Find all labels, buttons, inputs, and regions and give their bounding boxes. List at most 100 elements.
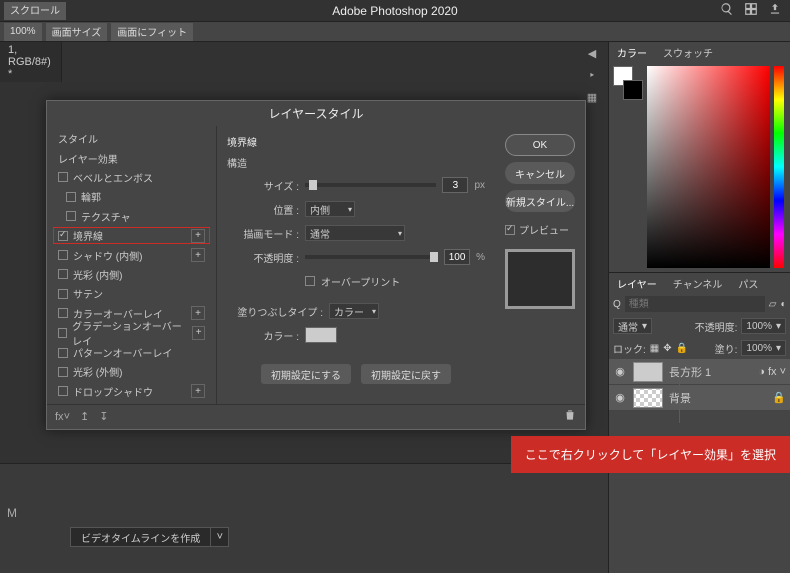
share-icon[interactable]: [768, 2, 782, 19]
opacity-slider[interactable]: [305, 255, 438, 259]
checkbox[interactable]: [58, 172, 68, 182]
layer-name[interactable]: 長方形 1: [669, 364, 752, 380]
background-swatch[interactable]: [623, 80, 643, 100]
timeline-dropdown[interactable]: ˅: [211, 527, 229, 547]
checkbox[interactable]: [58, 269, 68, 279]
ok-button[interactable]: OK: [505, 134, 575, 156]
effect-texture[interactable]: テクスチャ: [53, 208, 210, 225]
timeline-panel: M ビデオタイムラインを作成 ˅: [0, 463, 608, 573]
reset-default-button[interactable]: 初期設定に戻す: [361, 364, 451, 384]
checkbox[interactable]: [58, 386, 68, 396]
fill-type-label: 塗りつぶしタイプ :: [227, 304, 323, 319]
effect-drop-shadow[interactable]: ドロップシャドウ+: [53, 383, 210, 400]
overprint-checkbox[interactable]: [305, 276, 315, 286]
trash-icon[interactable]: [563, 408, 577, 425]
dialog-title: レイヤースタイル: [47, 101, 585, 126]
document-tab[interactable]: 1, RGB/8#) *: [0, 42, 62, 82]
checkbox[interactable]: [66, 211, 76, 221]
tab-color[interactable]: カラー: [609, 42, 655, 63]
checkbox[interactable]: [58, 328, 67, 338]
tab-layers[interactable]: レイヤー: [609, 273, 665, 294]
tab-paths[interactable]: パス: [730, 273, 766, 294]
opacity-input[interactable]: [444, 249, 470, 265]
create-timeline-button[interactable]: ビデオタイムラインを作成: [70, 527, 211, 547]
filter-icon[interactable]: ◐: [780, 299, 786, 310]
layer-row-background[interactable]: ◉ 背景 🔒: [609, 385, 790, 411]
add-instance-button[interactable]: +: [191, 306, 205, 320]
structure-label: 構造: [227, 155, 485, 170]
opacity-label: 不透明度:: [695, 319, 738, 334]
saturation-box[interactable]: [647, 66, 770, 268]
color-picker[interactable]: [609, 62, 790, 272]
effect-stroke[interactable]: 境界線+: [53, 227, 210, 244]
styles-header[interactable]: スタイル: [53, 130, 210, 147]
effect-inner-shadow[interactable]: シャドウ (内側)+: [53, 246, 210, 263]
lock-position-icon[interactable]: ✥: [663, 343, 671, 354]
layer-filter-input[interactable]: [625, 296, 765, 312]
search-icon[interactable]: [720, 2, 734, 19]
add-instance-button[interactable]: +: [191, 248, 205, 262]
up-icon[interactable]: ↥: [80, 410, 89, 423]
visibility-icon[interactable]: ◉: [613, 365, 627, 378]
blend-mode-select[interactable]: 通常: [305, 225, 405, 241]
down-icon[interactable]: ↧: [99, 410, 108, 423]
effect-bevel[interactable]: ベベルとエンボス: [53, 169, 210, 186]
swatch-icon[interactable]: ▦: [584, 90, 600, 106]
fit-image-button[interactable]: 画面にフィット: [111, 23, 193, 41]
stroke-title: 境界線: [227, 134, 485, 149]
add-instance-button[interactable]: +: [191, 384, 205, 398]
visibility-icon[interactable]: ◉: [613, 391, 627, 404]
effect-pattern-overlay[interactable]: パターンオーバーレイ: [53, 344, 210, 361]
effect-outer-glow[interactable]: 光彩 (外側): [53, 363, 210, 380]
layer-name[interactable]: 背景: [669, 390, 766, 406]
timeline-mode[interactable]: M: [7, 506, 17, 520]
lock-pixels-icon[interactable]: ▦: [650, 343, 659, 354]
cancel-button[interactable]: キャンセル: [505, 162, 575, 184]
layer-row-rectangle[interactable]: ◉ 長方形 1 ◑ fx ˅: [609, 359, 790, 385]
checkbox[interactable]: [58, 289, 68, 299]
filter-icon[interactable]: ▱: [769, 299, 777, 310]
effects-list: スタイル レイヤー効果 ベベルとエンボス 輪郭 テクスチャ 境界線+ シャドウ …: [47, 126, 217, 404]
fx-menu[interactable]: fx˅: [55, 411, 70, 423]
workspace-icon[interactable]: [744, 2, 758, 19]
tab-channels[interactable]: チャンネル: [665, 273, 731, 294]
preview-checkbox[interactable]: [505, 225, 515, 235]
effect-inner-glow[interactable]: 光彩 (内側): [53, 266, 210, 283]
lock-label: ロック:: [613, 341, 646, 356]
fx-badge[interactable]: ◑ fx ˅: [758, 366, 786, 378]
size-unit: px: [474, 180, 485, 191]
effect-satin[interactable]: サテン: [53, 285, 210, 302]
checkbox[interactable]: [66, 192, 76, 202]
position-select[interactable]: 内側: [305, 201, 355, 217]
lock-all-icon[interactable]: 🔒: [676, 343, 688, 354]
chevron-right-icon[interactable]: ‣: [584, 68, 600, 84]
add-instance-button[interactable]: +: [191, 229, 205, 243]
effect-gradient-overlay[interactable]: グラデーションオーバーレイ+: [53, 324, 210, 342]
tab-swatch[interactable]: スウォッチ: [655, 42, 721, 63]
checkbox[interactable]: [58, 231, 68, 241]
fill-type-select[interactable]: カラー: [329, 303, 379, 319]
checkbox[interactable]: [58, 250, 68, 260]
overprint-label: オーバープリント: [321, 274, 400, 289]
chevron-left-icon[interactable]: ◀: [584, 46, 600, 62]
size-slider[interactable]: [305, 183, 436, 187]
checkbox[interactable]: [58, 367, 68, 377]
fill-value[interactable]: 100%▾: [741, 340, 786, 356]
make-default-button[interactable]: 初期設定にする: [261, 364, 351, 384]
opacity-value[interactable]: 100%▾: [741, 318, 786, 334]
size-input[interactable]: [442, 177, 468, 193]
layer-thumb: [633, 388, 663, 408]
search-icon: Q: [613, 299, 621, 310]
checkbox[interactable]: [58, 308, 68, 318]
hue-slider[interactable]: [774, 66, 784, 268]
checkbox[interactable]: [58, 348, 68, 358]
stroke-color-swatch[interactable]: [305, 327, 337, 343]
blend-mode-select[interactable]: 通常▾: [613, 318, 652, 334]
blending-options[interactable]: レイヤー効果: [53, 149, 210, 166]
fit-screen-button[interactable]: 画面サイズ: [46, 23, 108, 41]
new-style-button[interactable]: 新規スタイル...: [505, 190, 575, 212]
dialog-buttons: OK キャンセル 新規スタイル... プレビュー: [495, 126, 585, 404]
zoom-value[interactable]: 100%: [4, 23, 42, 41]
effect-contour[interactable]: 輪郭: [53, 188, 210, 205]
add-instance-button[interactable]: +: [192, 326, 205, 340]
